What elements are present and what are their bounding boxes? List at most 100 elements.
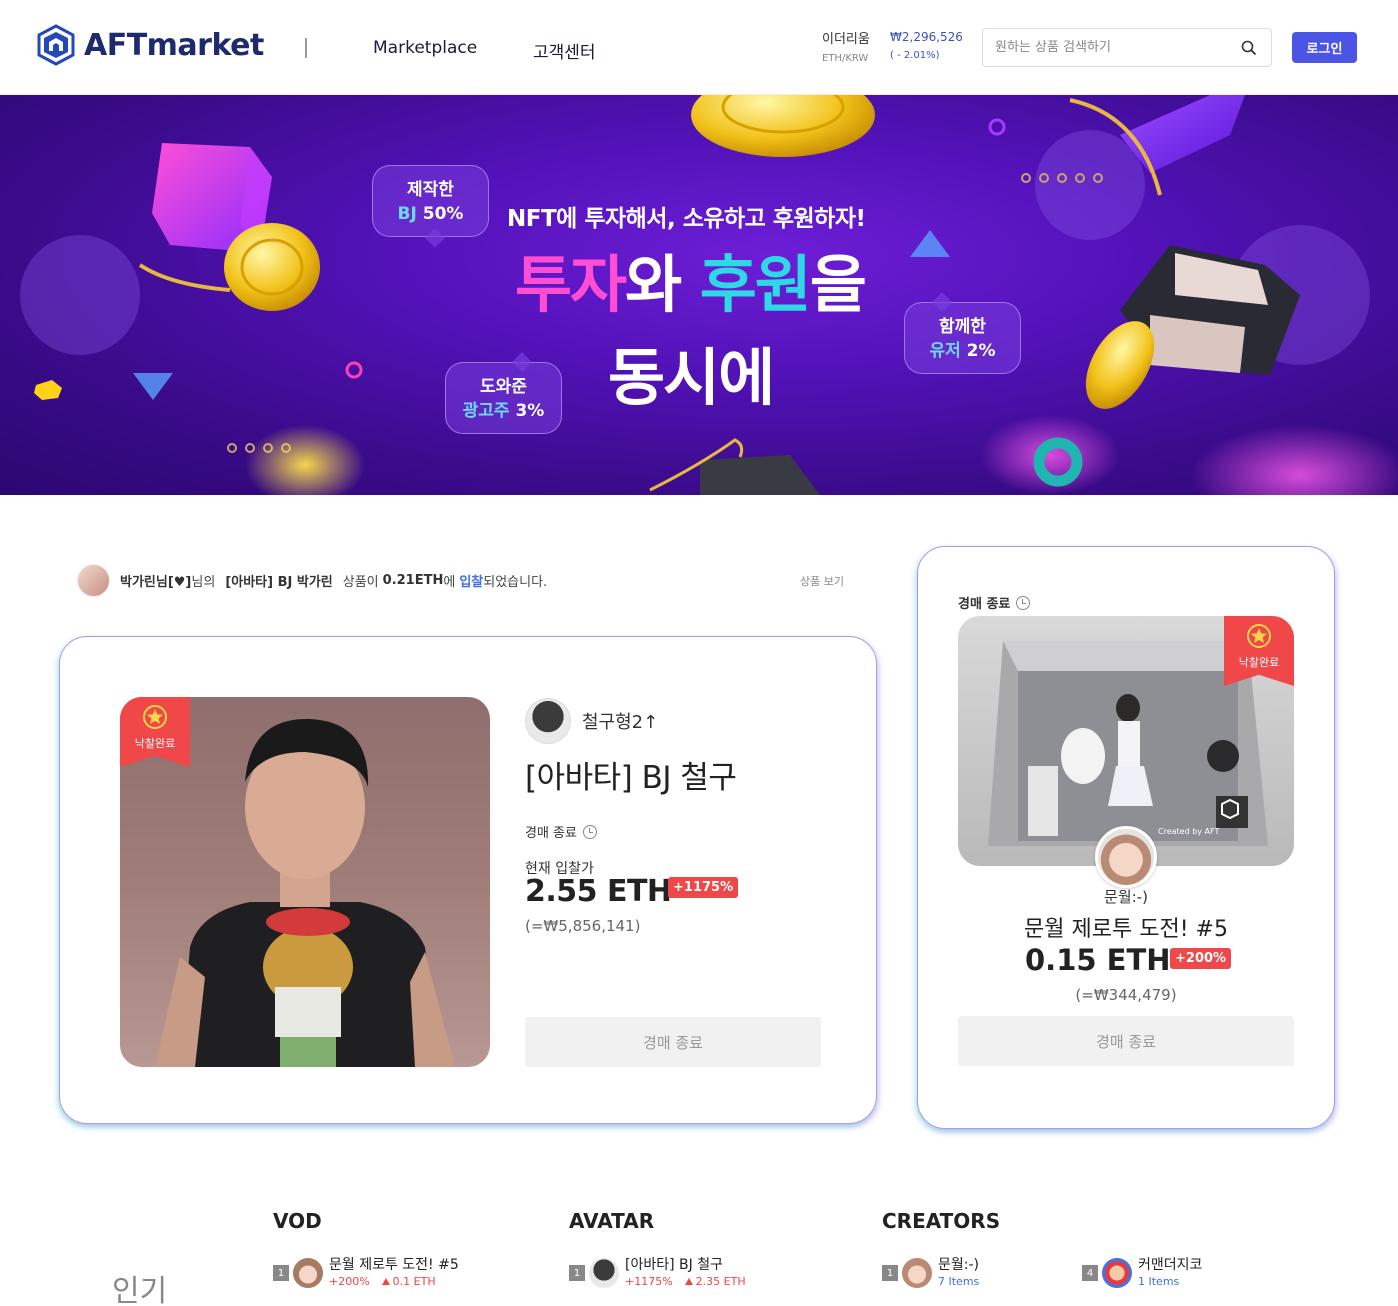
logo-text: AFTmarket (84, 27, 264, 63)
eth-pair: ETH/KRW (822, 53, 869, 64)
eth-name: 이더리움 (822, 32, 870, 47)
activity-text-3: 에 (443, 574, 456, 590)
item-title[interactable]: [아바타] BJ 철구 (525, 752, 737, 797)
headline-and: 와 (625, 248, 700, 321)
search-input[interactable] (995, 40, 1235, 55)
current-bid-price: 2.55 ETH (525, 874, 672, 909)
creator-name[interactable]: 커맨더지코 (1138, 1256, 1202, 1274)
activity-text-1: 님의 (191, 574, 216, 590)
list-item[interactable]: 1 문월 제로투 도전! #5 +200% 0.1 ETH (273, 1256, 459, 1290)
side-auction-status: 경매 종료 (958, 593, 1031, 612)
hero-banner[interactable]: 제작한 BJ 50% 도와준 광고주 3% 함께한 유저 2% NFT에 투자해… (0, 95, 1398, 495)
banner-bubble-bj: 제작한 BJ 50% (372, 165, 489, 237)
seller-info[interactable]: 철구형2↑ (525, 698, 658, 744)
bubble-advertiser-percent: 3% (509, 401, 545, 421)
side-creator-name[interactable]: 문월:-) (1000, 886, 1252, 907)
auction-ended-button[interactable]: 경매 종료 (525, 1017, 821, 1067)
avatar (1102, 1258, 1132, 1288)
sold-ribbon-label: 낙찰완료 (1238, 656, 1280, 669)
nav-customer-center[interactable]: 고객센터 (533, 38, 596, 63)
ranked-item-eth: 2.35 ETH (695, 1275, 746, 1288)
activity-text-4: 되었습니다. (483, 574, 548, 590)
logo-hexagon-icon (37, 24, 75, 66)
bubble-advertiser-line1: 도와준 (480, 377, 527, 397)
star-badge-icon (143, 705, 167, 729)
side-item-title[interactable]: 문월 제로투 도전! #5 (960, 911, 1292, 943)
created-by-watermark: Created by AFT (1158, 827, 1220, 836)
headline-sponsor: 후원 (699, 248, 812, 321)
avatar[interactable] (525, 698, 571, 744)
side-price-krw: (=₩344,479) (1075, 986, 1177, 1004)
banner-headline-line2: 동시에 (608, 341, 775, 414)
avatar[interactable] (77, 563, 110, 597)
rank-number: 1 (569, 1265, 585, 1281)
view-item-link[interactable]: 상품 보기 (800, 573, 844, 589)
bubble-user-percent: 2% (960, 341, 996, 361)
avatar-column-title: AVATAR (569, 1209, 655, 1233)
activity-amount: 0.21ETH (382, 572, 444, 588)
bubble-user-highlight: 유저 (929, 341, 961, 361)
side-item-price: 0.15 ETH (1025, 943, 1171, 977)
sold-ribbon-label: 낙찰완료 (134, 737, 176, 750)
eth-change: ( - 2.01%) (890, 50, 940, 61)
creators-column-title: CREATORS (882, 1209, 1001, 1233)
bubble-advertiser-highlight: 광고주 (462, 401, 510, 421)
list-item[interactable]: 1 [아바타] BJ 철구 +1175% 2.35 ETH (569, 1256, 746, 1290)
ranked-item-pct: +1175% (625, 1275, 673, 1288)
creator-item-count: 1 Items (1138, 1275, 1180, 1288)
creator-name[interactable]: 문월:-) (938, 1256, 979, 1274)
ranked-item-stats: +1175% 2.35 ETH (625, 1274, 746, 1290)
activity-item[interactable]: [아바타] BJ 박가린 (225, 571, 332, 590)
rank-number: 4 (1082, 1265, 1098, 1281)
avatar[interactable] (1095, 826, 1157, 888)
activity-user[interactable]: 박가린님[♥] (120, 571, 191, 590)
ranked-item-name[interactable]: [아바타] BJ 철구 (625, 1256, 746, 1274)
rank-number: 1 (273, 1265, 289, 1281)
nav-marketplace[interactable]: Marketplace (373, 38, 477, 58)
up-triangle-icon (684, 1278, 693, 1285)
top-header: AFTmarket Marketplace 고객센터 이더리움 ETH/KRW … (0, 0, 1398, 95)
star-badge-icon (1247, 624, 1271, 648)
eth-ticker: 이더리움 ETH/KRW (822, 28, 870, 64)
avatar (902, 1258, 932, 1288)
avatar (589, 1258, 619, 1288)
price-change-badge: +1175% (668, 877, 739, 898)
headline-particle: 을 (809, 248, 867, 321)
ranked-item-name[interactable]: 문월 제로투 도전! #5 (329, 1256, 459, 1274)
clock-icon (582, 824, 597, 839)
bubble-bj-line1: 제작한 (407, 180, 454, 200)
popular-section-label: 인기 (112, 1274, 168, 1306)
list-item[interactable]: 1 문월:-) 7 Items (882, 1256, 979, 1290)
bubble-bj-highlight: BJ (397, 204, 417, 224)
bubble-bj-percent: 50% (416, 204, 464, 224)
side-status-label: 경매 종료 (958, 597, 1011, 612)
price-change-badge: +200% (1170, 948, 1232, 969)
up-triangle-icon (381, 1278, 390, 1285)
logo[interactable]: AFTmarket (36, 24, 264, 66)
bubble-bj-line2: BJ 50% (373, 202, 488, 226)
auction-status: 경매 종료 (525, 822, 597, 841)
bubble-user-line1: 함께한 (939, 317, 986, 337)
login-button[interactable]: 로그인 (1292, 32, 1357, 63)
rank-number: 1 (882, 1265, 898, 1281)
banner-bubble-user: 함께한 유저 2% (904, 302, 1021, 374)
bid-activity-ticker: 박가린님[♥] 님의 [아바타] BJ 박가린 상품이 0.21ETH 에 입찰… (77, 562, 847, 598)
auction-ended-button[interactable]: 경매 종료 (958, 1016, 1294, 1066)
featured-item-image[interactable]: 낙찰완료 (120, 697, 490, 1067)
price-krw: (=₩5,856,141) (525, 917, 641, 935)
header-divider (305, 38, 307, 58)
banner-subtitle: NFT에 투자해서, 소유하고 후원하자! (507, 206, 866, 232)
avatar (293, 1258, 323, 1288)
vod-column-title: VOD (273, 1209, 322, 1233)
clock-icon (1016, 595, 1031, 610)
search-icon[interactable] (1241, 40, 1257, 56)
ranked-item-stats: +200% 0.1 ETH (329, 1274, 459, 1290)
list-item[interactable]: 4 커맨더지코 1 Items (1082, 1256, 1202, 1290)
bubble-user-line2: 유저 2% (905, 339, 1020, 363)
headline-invest: 투자 (515, 248, 627, 321)
activity-text-2: 상품이 (342, 574, 379, 590)
seller-name[interactable]: 철구형2↑ (582, 708, 658, 734)
creator-item-count: 7 Items (938, 1275, 980, 1288)
banner-bubble-advertiser: 도와준 광고주 3% (445, 362, 562, 434)
banner-headline-line1: 투자와 후원을 (515, 248, 867, 321)
